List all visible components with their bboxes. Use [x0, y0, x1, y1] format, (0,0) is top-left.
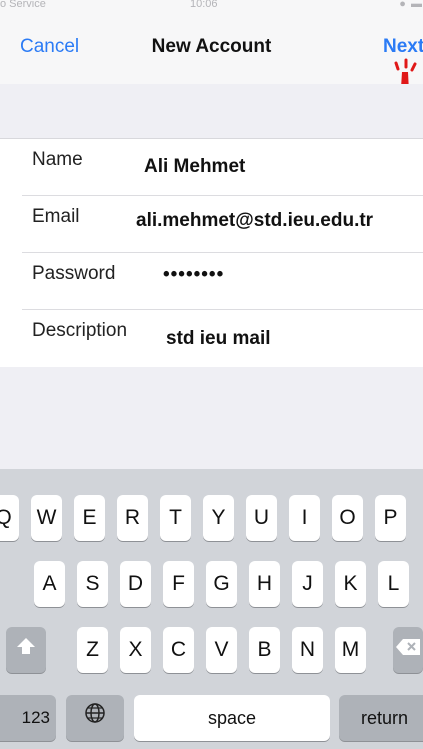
backspace-key[interactable] [393, 627, 423, 673]
key-d[interactable]: D [120, 561, 151, 607]
description-row[interactable]: Description std ieu mail [0, 310, 423, 367]
key-a[interactable]: A [34, 561, 65, 607]
globe-icon [84, 695, 106, 741]
key-g[interactable]: G [206, 561, 237, 607]
page-title: New Account [151, 36, 272, 57]
navigation-bar: Cancel New Account Next [0, 14, 423, 85]
keyboard: Q W E R T Y U I O P A S D F G H J K L Z … [0, 469, 423, 749]
key-t[interactable]: T [160, 495, 191, 541]
key-v[interactable]: V [206, 627, 237, 673]
key-w[interactable]: W [31, 495, 62, 541]
key-i[interactable]: I [289, 495, 320, 541]
clock: 10:06 [190, 0, 218, 10]
key-p[interactable]: P [375, 495, 406, 541]
key-h[interactable]: H [249, 561, 280, 607]
key-m[interactable]: M [335, 627, 366, 673]
key-n[interactable]: N [292, 627, 323, 673]
name-label: Name [32, 149, 83, 170]
key-k[interactable]: K [335, 561, 366, 607]
key-r[interactable]: R [117, 495, 148, 541]
email-row[interactable]: Email ali.mehmet@std.ieu.edu.tr [0, 196, 423, 253]
key-f[interactable]: F [163, 561, 194, 607]
name-field[interactable]: Ali Mehmet [144, 156, 245, 178]
key-c[interactable]: C [163, 627, 194, 673]
globe-key[interactable] [66, 695, 124, 741]
email-field[interactable]: ali.mehmet@std.ieu.edu.tr [136, 210, 373, 232]
description-field[interactable]: std ieu mail [166, 328, 271, 350]
key-o[interactable]: O [332, 495, 363, 541]
space-key[interactable]: space [134, 695, 330, 741]
key-b[interactable]: B [249, 627, 280, 673]
key-l[interactable]: L [378, 561, 409, 607]
numbers-key[interactable]: 123 [0, 695, 56, 741]
account-form: Name Ali Mehmet Email ali.mehmet@std.ieu… [0, 138, 423, 368]
carrier-label: o Service [0, 0, 46, 10]
key-q[interactable]: Q [0, 495, 19, 541]
shift-icon [16, 627, 36, 673]
password-field[interactable]: •••••••• [163, 264, 224, 286]
password-label: Password [32, 263, 116, 284]
key-e[interactable]: E [74, 495, 105, 541]
empty-area [0, 367, 423, 469]
return-key[interactable]: return [339, 695, 423, 741]
key-x[interactable]: X [120, 627, 151, 673]
backspace-icon [395, 627, 421, 673]
section-spacer [0, 84, 423, 138]
description-label: Description [32, 320, 128, 341]
name-row[interactable]: Name Ali Mehmet [0, 139, 423, 196]
key-j[interactable]: J [292, 561, 323, 607]
battery-icon: ● ▬ [399, 0, 423, 10]
status-bar: o Service 10:06 ● ▬ [0, 0, 423, 14]
password-row[interactable]: Password •••••••• [0, 253, 423, 310]
key-s[interactable]: S [77, 561, 108, 607]
key-u[interactable]: U [246, 495, 277, 541]
key-y[interactable]: Y [203, 495, 234, 541]
next-button[interactable]: Next [383, 36, 423, 58]
key-z[interactable]: Z [77, 627, 108, 673]
email-label: Email [32, 206, 80, 227]
shift-key[interactable] [6, 627, 46, 673]
mail-new-account-screen: o Service 10:06 ● ▬ Cancel New Account N… [0, 0, 423, 749]
